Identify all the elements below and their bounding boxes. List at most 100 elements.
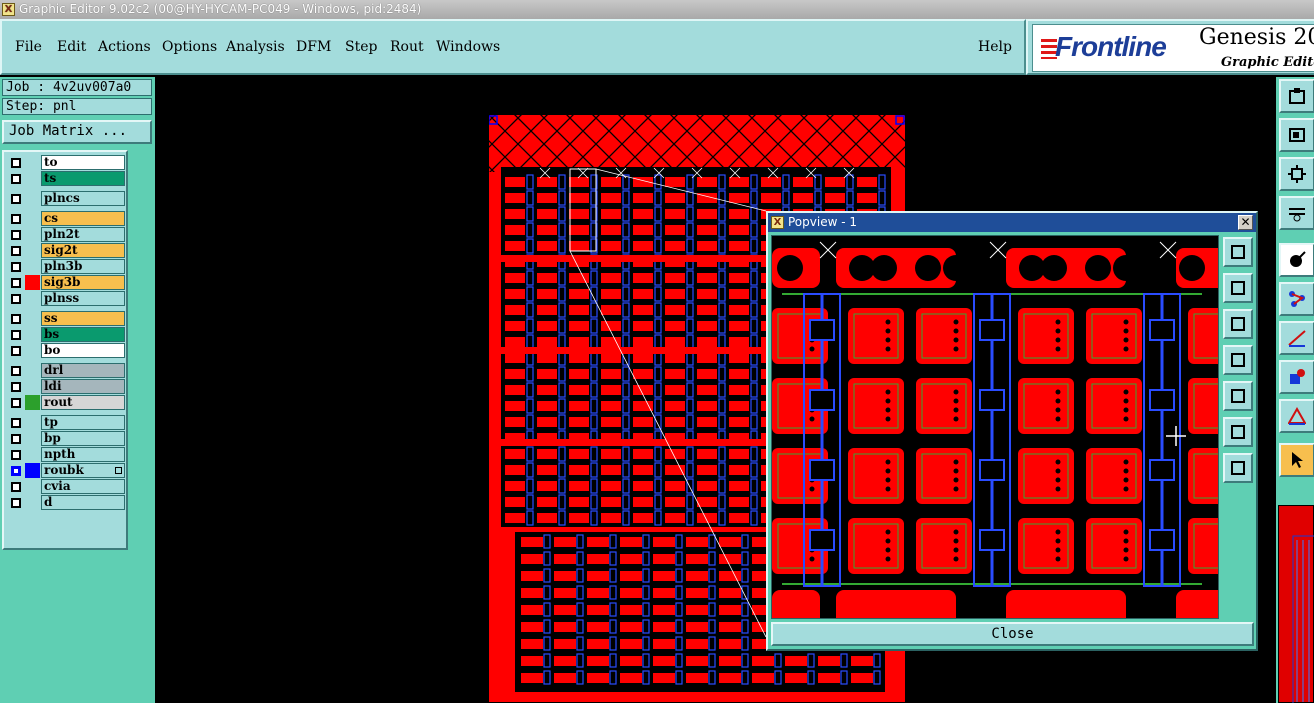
layer-name[interactable]: roubk xyxy=(41,463,125,478)
menu-help[interactable]: Help xyxy=(978,39,1012,55)
layer-row-bo[interactable]: bo xyxy=(7,343,125,358)
layer-name[interactable]: drl xyxy=(41,363,125,378)
popview-canvas[interactable] xyxy=(771,235,1219,619)
layer-checkbox[interactable] xyxy=(11,418,21,428)
layer-name[interactable]: rout xyxy=(41,395,125,410)
triangle-measure-icon[interactable] xyxy=(1279,399,1314,433)
layer-row-drl[interactable]: drl xyxy=(7,363,125,378)
layer-name[interactable]: cvia xyxy=(41,479,125,494)
layer-row-sig3b[interactable]: sig3b xyxy=(7,275,125,290)
layer-row-ts[interactable]: ts xyxy=(7,171,125,186)
layer-name[interactable]: tp xyxy=(41,415,125,430)
window-icon[interactable] xyxy=(1279,118,1314,152)
menu-rout[interactable]: Rout xyxy=(390,39,424,55)
layer-row-sig2t[interactable]: sig2t xyxy=(7,243,125,258)
layer-checkbox[interactable] xyxy=(11,330,21,340)
layer-name[interactable]: d xyxy=(41,495,125,510)
layer-name[interactable]: pln2t xyxy=(41,227,125,242)
popview-app-icon[interactable]: X xyxy=(771,216,784,229)
layer-row-bs[interactable]: bs xyxy=(7,327,125,342)
layer-row-pln3b[interactable]: pln3b xyxy=(7,259,125,274)
menu-options[interactable]: Options xyxy=(162,39,217,55)
menu-analysis[interactable]: Analysis xyxy=(226,39,285,55)
layer-row-roubk[interactable]: roubk xyxy=(7,463,125,478)
menu-edit[interactable]: Edit xyxy=(57,39,86,55)
layer-name[interactable]: npth xyxy=(41,447,125,462)
menu-dfm[interactable]: DFM xyxy=(296,39,331,55)
layer-row-ss[interactable]: ss xyxy=(7,311,125,326)
layer-row-ldi[interactable]: ldi xyxy=(7,379,125,394)
connect-nodes-icon[interactable] xyxy=(1279,282,1314,316)
layer-row-to[interactable]: to xyxy=(7,155,125,170)
close-icon[interactable]: ✕ xyxy=(1238,215,1253,230)
layer-checkbox[interactable] xyxy=(11,498,21,508)
popview-window[interactable]: X Popview - 1 ✕ Close xyxy=(766,211,1258,651)
layer-checkbox[interactable] xyxy=(11,450,21,460)
layer-row-rout[interactable]: rout xyxy=(7,395,125,410)
layer-row-pln2t[interactable]: pln2t xyxy=(7,227,125,242)
layer-name[interactable]: sig2t xyxy=(41,243,125,258)
layer-checkbox[interactable] xyxy=(11,214,21,224)
layer-checkbox[interactable] xyxy=(11,194,21,204)
layer-name[interactable]: to xyxy=(41,155,125,170)
layer-name[interactable]: plnss xyxy=(41,291,125,306)
select-feature-icon[interactable] xyxy=(1279,243,1314,277)
zoom-out-icon[interactable] xyxy=(1223,453,1253,483)
layer-name[interactable]: pln3b xyxy=(41,259,125,274)
layer-row-d[interactable]: d xyxy=(7,495,125,510)
layer-name[interactable]: ts xyxy=(41,171,125,186)
layer-checkbox[interactable] xyxy=(11,278,21,288)
popview-title-bar[interactable]: X Popview - 1 ✕ xyxy=(768,213,1256,232)
layer-checkbox[interactable] xyxy=(11,346,21,356)
layer-checkbox[interactable] xyxy=(11,398,21,408)
layer-name[interactable]: bo xyxy=(41,343,125,358)
layer-row-tp[interactable]: tp xyxy=(7,415,125,430)
app-icon[interactable]: X xyxy=(2,3,15,16)
layer-checkbox[interactable] xyxy=(11,246,21,256)
layer-row-plnss[interactable]: plnss xyxy=(7,291,125,306)
layer-checkbox[interactable] xyxy=(11,466,21,476)
layer-name[interactable]: plncs xyxy=(41,191,125,206)
layer-row-cs[interactable]: cs xyxy=(7,211,125,226)
zoom-fit-icon[interactable] xyxy=(1223,417,1253,447)
job-matrix-button[interactable]: Job Matrix ... xyxy=(2,120,152,144)
zoom-in-icon[interactable] xyxy=(1223,237,1253,267)
layer-row-plncs[interactable]: plncs xyxy=(7,191,125,206)
layer-checkbox[interactable] xyxy=(11,294,21,304)
menu-file[interactable]: File xyxy=(15,39,42,55)
pointer-icon[interactable] xyxy=(1279,443,1314,477)
clipboard-icon[interactable] xyxy=(1279,79,1314,113)
layer-name[interactable]: ldi xyxy=(41,379,125,394)
sliders-icon[interactable] xyxy=(1279,196,1314,230)
pad-select-icon[interactable] xyxy=(1279,360,1314,394)
board-overview-thumbnail[interactable] xyxy=(1278,505,1314,703)
menu-actions[interactable]: Actions xyxy=(98,39,151,55)
pan-left-icon[interactable] xyxy=(1223,345,1253,375)
layer-name[interactable]: bs xyxy=(41,327,125,342)
layer-checkbox[interactable] xyxy=(11,174,21,184)
layer-name[interactable]: sig3b xyxy=(41,275,125,290)
layer-name[interactable]: bp xyxy=(41,431,125,446)
layer-row-bp[interactable]: bp xyxy=(7,431,125,446)
pan-up-icon[interactable] xyxy=(1223,273,1253,303)
layer-checkbox[interactable] xyxy=(11,230,21,240)
layer-checkbox[interactable] xyxy=(11,382,21,392)
layer-checkbox[interactable] xyxy=(11,482,21,492)
layer-checkbox[interactable] xyxy=(11,158,21,168)
layer-checkbox[interactable] xyxy=(11,434,21,444)
layer-checkbox[interactable] xyxy=(11,366,21,376)
layer-name[interactable]: ss xyxy=(41,311,125,326)
pan-down-icon[interactable] xyxy=(1223,309,1253,339)
measure-line-icon[interactable] xyxy=(1279,321,1314,355)
layer-checkbox[interactable] xyxy=(11,314,21,324)
menu-windows[interactable]: Windows xyxy=(436,39,500,55)
layer-checkbox[interactable] xyxy=(11,262,21,272)
popview-close-button[interactable]: Close xyxy=(771,622,1254,646)
layer-row-npth[interactable]: npth xyxy=(7,447,125,462)
pan-right-icon[interactable] xyxy=(1223,381,1253,411)
unit-pad xyxy=(601,401,621,411)
layer-name[interactable]: cs xyxy=(41,211,125,226)
menu-step[interactable]: Step xyxy=(345,39,377,55)
layer-row-cvia[interactable]: cvia xyxy=(7,479,125,494)
fit-screen-icon[interactable] xyxy=(1279,157,1314,191)
